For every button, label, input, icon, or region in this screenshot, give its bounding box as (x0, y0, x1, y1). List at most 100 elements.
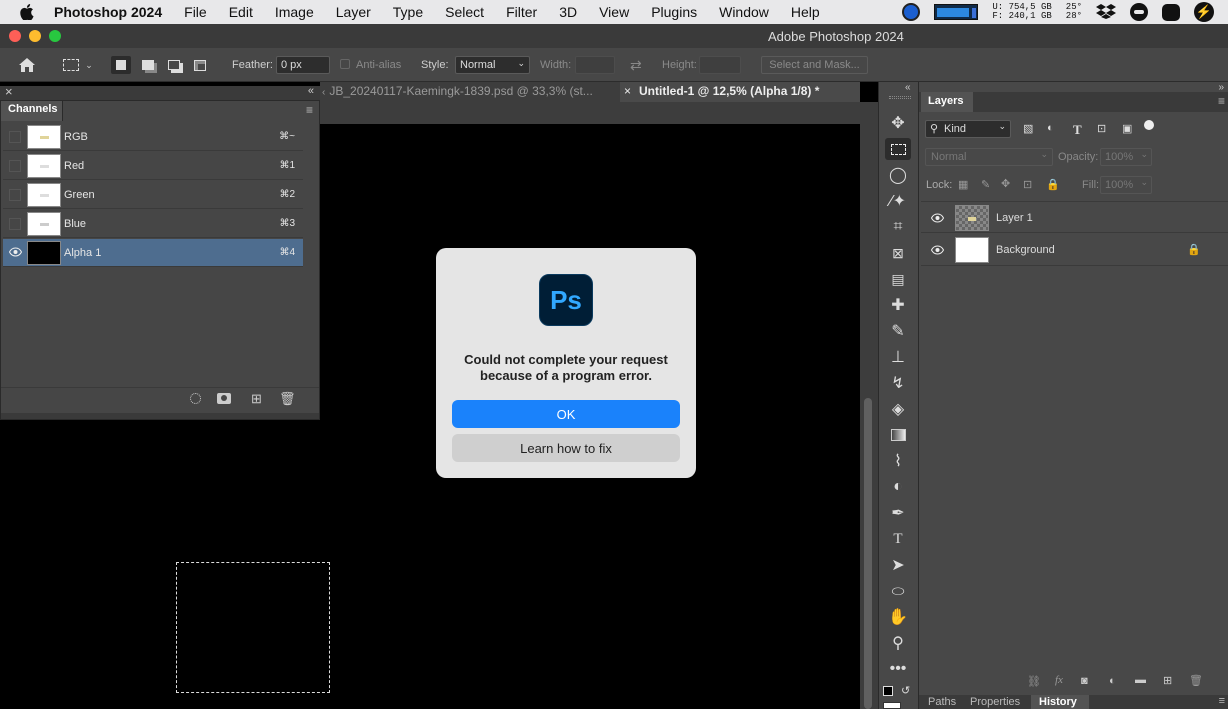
type-tool-icon[interactable]: T (885, 528, 911, 550)
menu-window[interactable]: Window (719, 4, 769, 20)
menu-edit[interactable]: Edit (229, 4, 253, 20)
delete-channel-icon[interactable]: 🗑 (279, 391, 296, 407)
tab-document-2[interactable]: × Untitled-1 @ 12,5% (Alpha 1/8) * (620, 82, 860, 102)
app-name-menu[interactable]: Photoshop 2024 (54, 4, 162, 20)
panel-resize-handle[interactable] (1, 413, 319, 419)
add-selection-icon[interactable] (138, 56, 158, 74)
lock-all-icon[interactable]: 🔒 (1046, 178, 1060, 191)
close-window-button[interactable] (9, 30, 21, 42)
feather-input[interactable]: 0 px (276, 56, 330, 74)
visibility-toggle[interactable] (9, 131, 21, 143)
foreground-color-swatch[interactable] (883, 686, 893, 696)
filter-smart-object-icon[interactable]: ▣ (1122, 122, 1132, 135)
lock-position-icon[interactable]: ✥ (1001, 177, 1010, 190)
menu-select[interactable]: Select (445, 4, 484, 20)
tab-document-1[interactable]: ‹ JB_20240117-Kaemingk-1839.psd @ 33,3% (… (320, 82, 620, 102)
home-icon[interactable] (17, 56, 37, 74)
dodge-tool-icon[interactable]: ◐ (885, 476, 911, 498)
zoom-tool-icon[interactable]: ⚲ (885, 632, 911, 654)
learn-how-to-fix-button[interactable]: Learn how to fix (452, 434, 680, 462)
channel-row-red[interactable]: Red ⌘1 (3, 152, 303, 180)
apple-menu-icon[interactable] (0, 4, 54, 20)
zoom-window-button[interactable] (49, 30, 61, 42)
menu-help[interactable]: Help (791, 4, 820, 20)
filter-adjustment-icon[interactable]: ◐ (1047, 122, 1054, 134)
expand-toolbar-icon[interactable]: « (905, 82, 911, 93)
blend-mode-select[interactable]: Normal ⌄ (925, 148, 1053, 166)
lock-pixels-icon[interactable]: ✎ (981, 178, 990, 191)
visibility-toggle[interactable] (9, 189, 21, 201)
panel-menu-icon[interactable]: ≡ (1219, 695, 1225, 707)
new-channel-icon[interactable]: ⊞ (251, 391, 262, 407)
fill-input[interactable]: 100% ⌄ (1100, 176, 1152, 194)
move-tool-icon[interactable]: ✥ (885, 112, 911, 134)
minimize-window-button[interactable] (29, 30, 41, 42)
add-mask-icon[interactable]: ◙ (1081, 675, 1088, 687)
menu-type[interactable]: Type (393, 4, 423, 20)
eye-icon[interactable] (930, 213, 945, 226)
eyedropper-tool-icon[interactable]: ▤ (885, 268, 911, 290)
history-brush-tool-icon[interactable]: ↯ (885, 372, 911, 394)
intersect-selection-icon[interactable] (190, 56, 210, 74)
filter-pixel-icon[interactable]: ▧ (1023, 122, 1033, 135)
ok-button[interactable]: OK (452, 400, 680, 428)
eye-icon[interactable] (930, 245, 945, 258)
lock-artboard-icon[interactable]: ⊡ (1023, 178, 1032, 191)
filter-type-icon[interactable]: T (1073, 122, 1082, 138)
activity-monitor-icon[interactable] (934, 4, 979, 20)
opacity-input[interactable]: 100% ⌄ (1100, 148, 1152, 166)
collapse-panel-icon[interactable]: « (308, 85, 314, 97)
menu-layer[interactable]: Layer (336, 4, 371, 20)
channel-row-blue[interactable]: Blue ⌘3 (3, 210, 303, 238)
bolt-icon[interactable]: ⚡ (1194, 2, 1214, 22)
eye-icon[interactable] (8, 247, 23, 259)
menu-view[interactable]: View (599, 4, 629, 20)
channel-row-green[interactable]: Green ⌘2 (3, 181, 303, 209)
layer-row-layer-1[interactable]: Layer 1 (921, 201, 1228, 233)
tab-channels[interactable]: Channels (1, 101, 63, 121)
dropbox-icon[interactable] (1096, 3, 1116, 22)
menu-image[interactable]: Image (275, 4, 314, 20)
subtract-selection-icon[interactable] (164, 56, 184, 74)
swap-colors-icon[interactable]: ↺ (901, 684, 910, 697)
panel-menu-icon[interactable]: ≡ (306, 103, 313, 117)
style-select[interactable]: Normal ⌄ (455, 56, 530, 74)
channel-row-rgb[interactable]: RGB ⌘~ (3, 123, 303, 151)
eraser-tool-icon[interactable]: ◈ (885, 398, 911, 420)
marquee-preset-icon[interactable]: ⌄ (58, 56, 98, 74)
menu-plugins[interactable]: Plugins (651, 4, 697, 20)
gradient-tool-icon[interactable] (885, 424, 911, 446)
healing-brush-tool-icon[interactable]: ✚ (885, 294, 911, 316)
more-tools-icon[interactable]: ••• (885, 658, 911, 680)
visibility-toggle[interactable] (9, 218, 21, 230)
account-icon[interactable] (1130, 3, 1148, 21)
tab-paths[interactable]: Paths (928, 696, 956, 708)
pie-status-icon[interactable] (902, 3, 921, 21)
close-panel-icon[interactable]: × (5, 84, 13, 99)
lasso-tool-icon[interactable]: ◯ (885, 164, 911, 186)
pen-tool-icon[interactable]: ✒ (885, 502, 911, 524)
layer-style-icon[interactable]: fx (1055, 674, 1063, 686)
tab-layers[interactable]: Layers (921, 92, 973, 112)
frame-tool-icon[interactable]: ⊠ (885, 242, 911, 264)
tab-properties[interactable]: Properties (970, 696, 1020, 708)
antialias-checkbox[interactable] (340, 59, 350, 69)
message-icon[interactable] (1162, 3, 1180, 21)
crop-tool-icon[interactable]: ⌗ (885, 216, 911, 238)
width-input[interactable] (575, 56, 615, 74)
background-color-swatch[interactable] (883, 702, 901, 709)
brush-tool-icon[interactable]: ✎ (885, 320, 911, 342)
filter-shape-icon[interactable]: ⊡ (1097, 122, 1106, 135)
magic-wand-tool-icon[interactable]: ⁄✦ (885, 190, 911, 212)
tab-history[interactable]: History (1031, 695, 1089, 709)
visibility-toggle[interactable] (9, 160, 21, 172)
layer-row-background[interactable]: Background 🔒 (921, 234, 1228, 266)
path-selection-tool-icon[interactable]: ➤ (885, 554, 911, 576)
menu-3d[interactable]: 3D (559, 4, 577, 20)
save-selection-channel-icon[interactable] (217, 393, 231, 404)
height-input[interactable] (699, 56, 741, 74)
scrollbar-thumb[interactable] (864, 398, 872, 709)
new-selection-icon[interactable] (111, 56, 131, 74)
filter-kind-select[interactable]: ⚲ Kind ⌄ (925, 120, 1011, 138)
delete-layer-icon[interactable]: 🗑 (1189, 674, 1203, 687)
